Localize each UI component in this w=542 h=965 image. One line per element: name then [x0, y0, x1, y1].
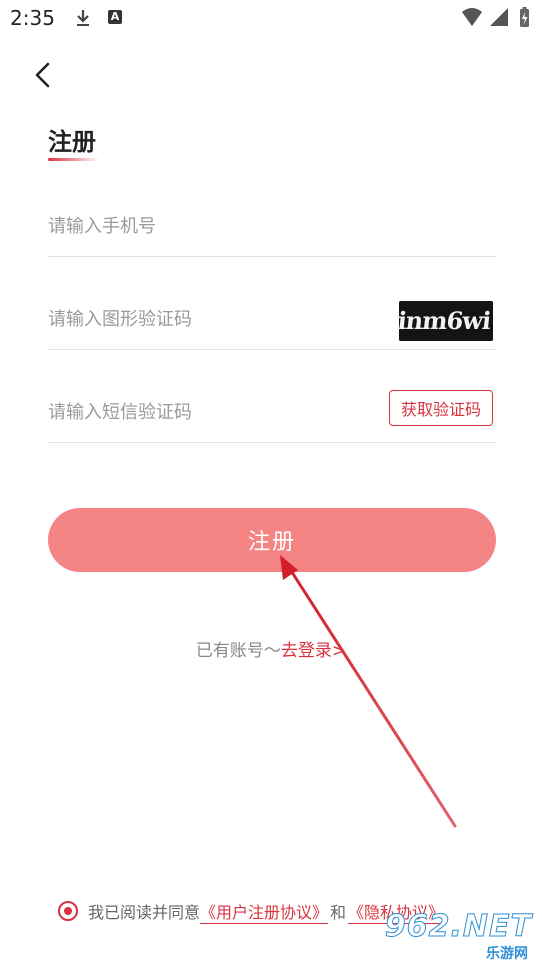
battery-icon	[520, 7, 529, 27]
agreement-text: 我已阅读并同意	[88, 903, 201, 922]
login-prompt-text: 已有账号～	[195, 641, 281, 661]
a-notification-icon: A	[108, 10, 122, 24]
page-title: 注册	[48, 128, 96, 156]
wifi-icon	[462, 8, 482, 26]
get-sms-code-button[interactable]: 获取验证码	[389, 390, 493, 426]
signal-icon	[490, 8, 508, 26]
status-time: 2:35	[10, 6, 55, 30]
watermark-logo: 962.NET 乐游网	[384, 907, 542, 965]
login-prompt: 已有账号～去登录>	[0, 636, 542, 661]
title-underline	[48, 158, 100, 161]
agreement-and-text: 和	[330, 903, 347, 922]
captcha-image-text: inm6wi	[399, 306, 493, 335]
status-bar: 2:35 A	[0, 0, 542, 36]
sms-field-row: 获取验证码	[48, 382, 496, 443]
register-button[interactable]: 注册	[48, 508, 496, 572]
phone-field-row	[48, 196, 496, 257]
phone-input[interactable]	[48, 210, 368, 242]
captcha-image[interactable]: inm6wi	[399, 301, 493, 341]
captcha-input[interactable]	[48, 303, 368, 335]
go-login-link[interactable]: 去登录>	[281, 641, 346, 661]
watermark-sub-text: 乐游网	[486, 946, 528, 962]
watermark-main-text: 962.NET	[384, 909, 532, 945]
system-status-icons	[462, 7, 529, 27]
agreement-radio-icon[interactable]	[58, 901, 78, 921]
chevron-left-icon[interactable]	[30, 60, 56, 90]
download-icon	[77, 10, 89, 26]
captcha-field-row: inm6wi	[48, 289, 496, 350]
user-agreement-link[interactable]: 《用户注册协议》	[200, 899, 329, 924]
sms-code-input[interactable]	[48, 396, 368, 428]
